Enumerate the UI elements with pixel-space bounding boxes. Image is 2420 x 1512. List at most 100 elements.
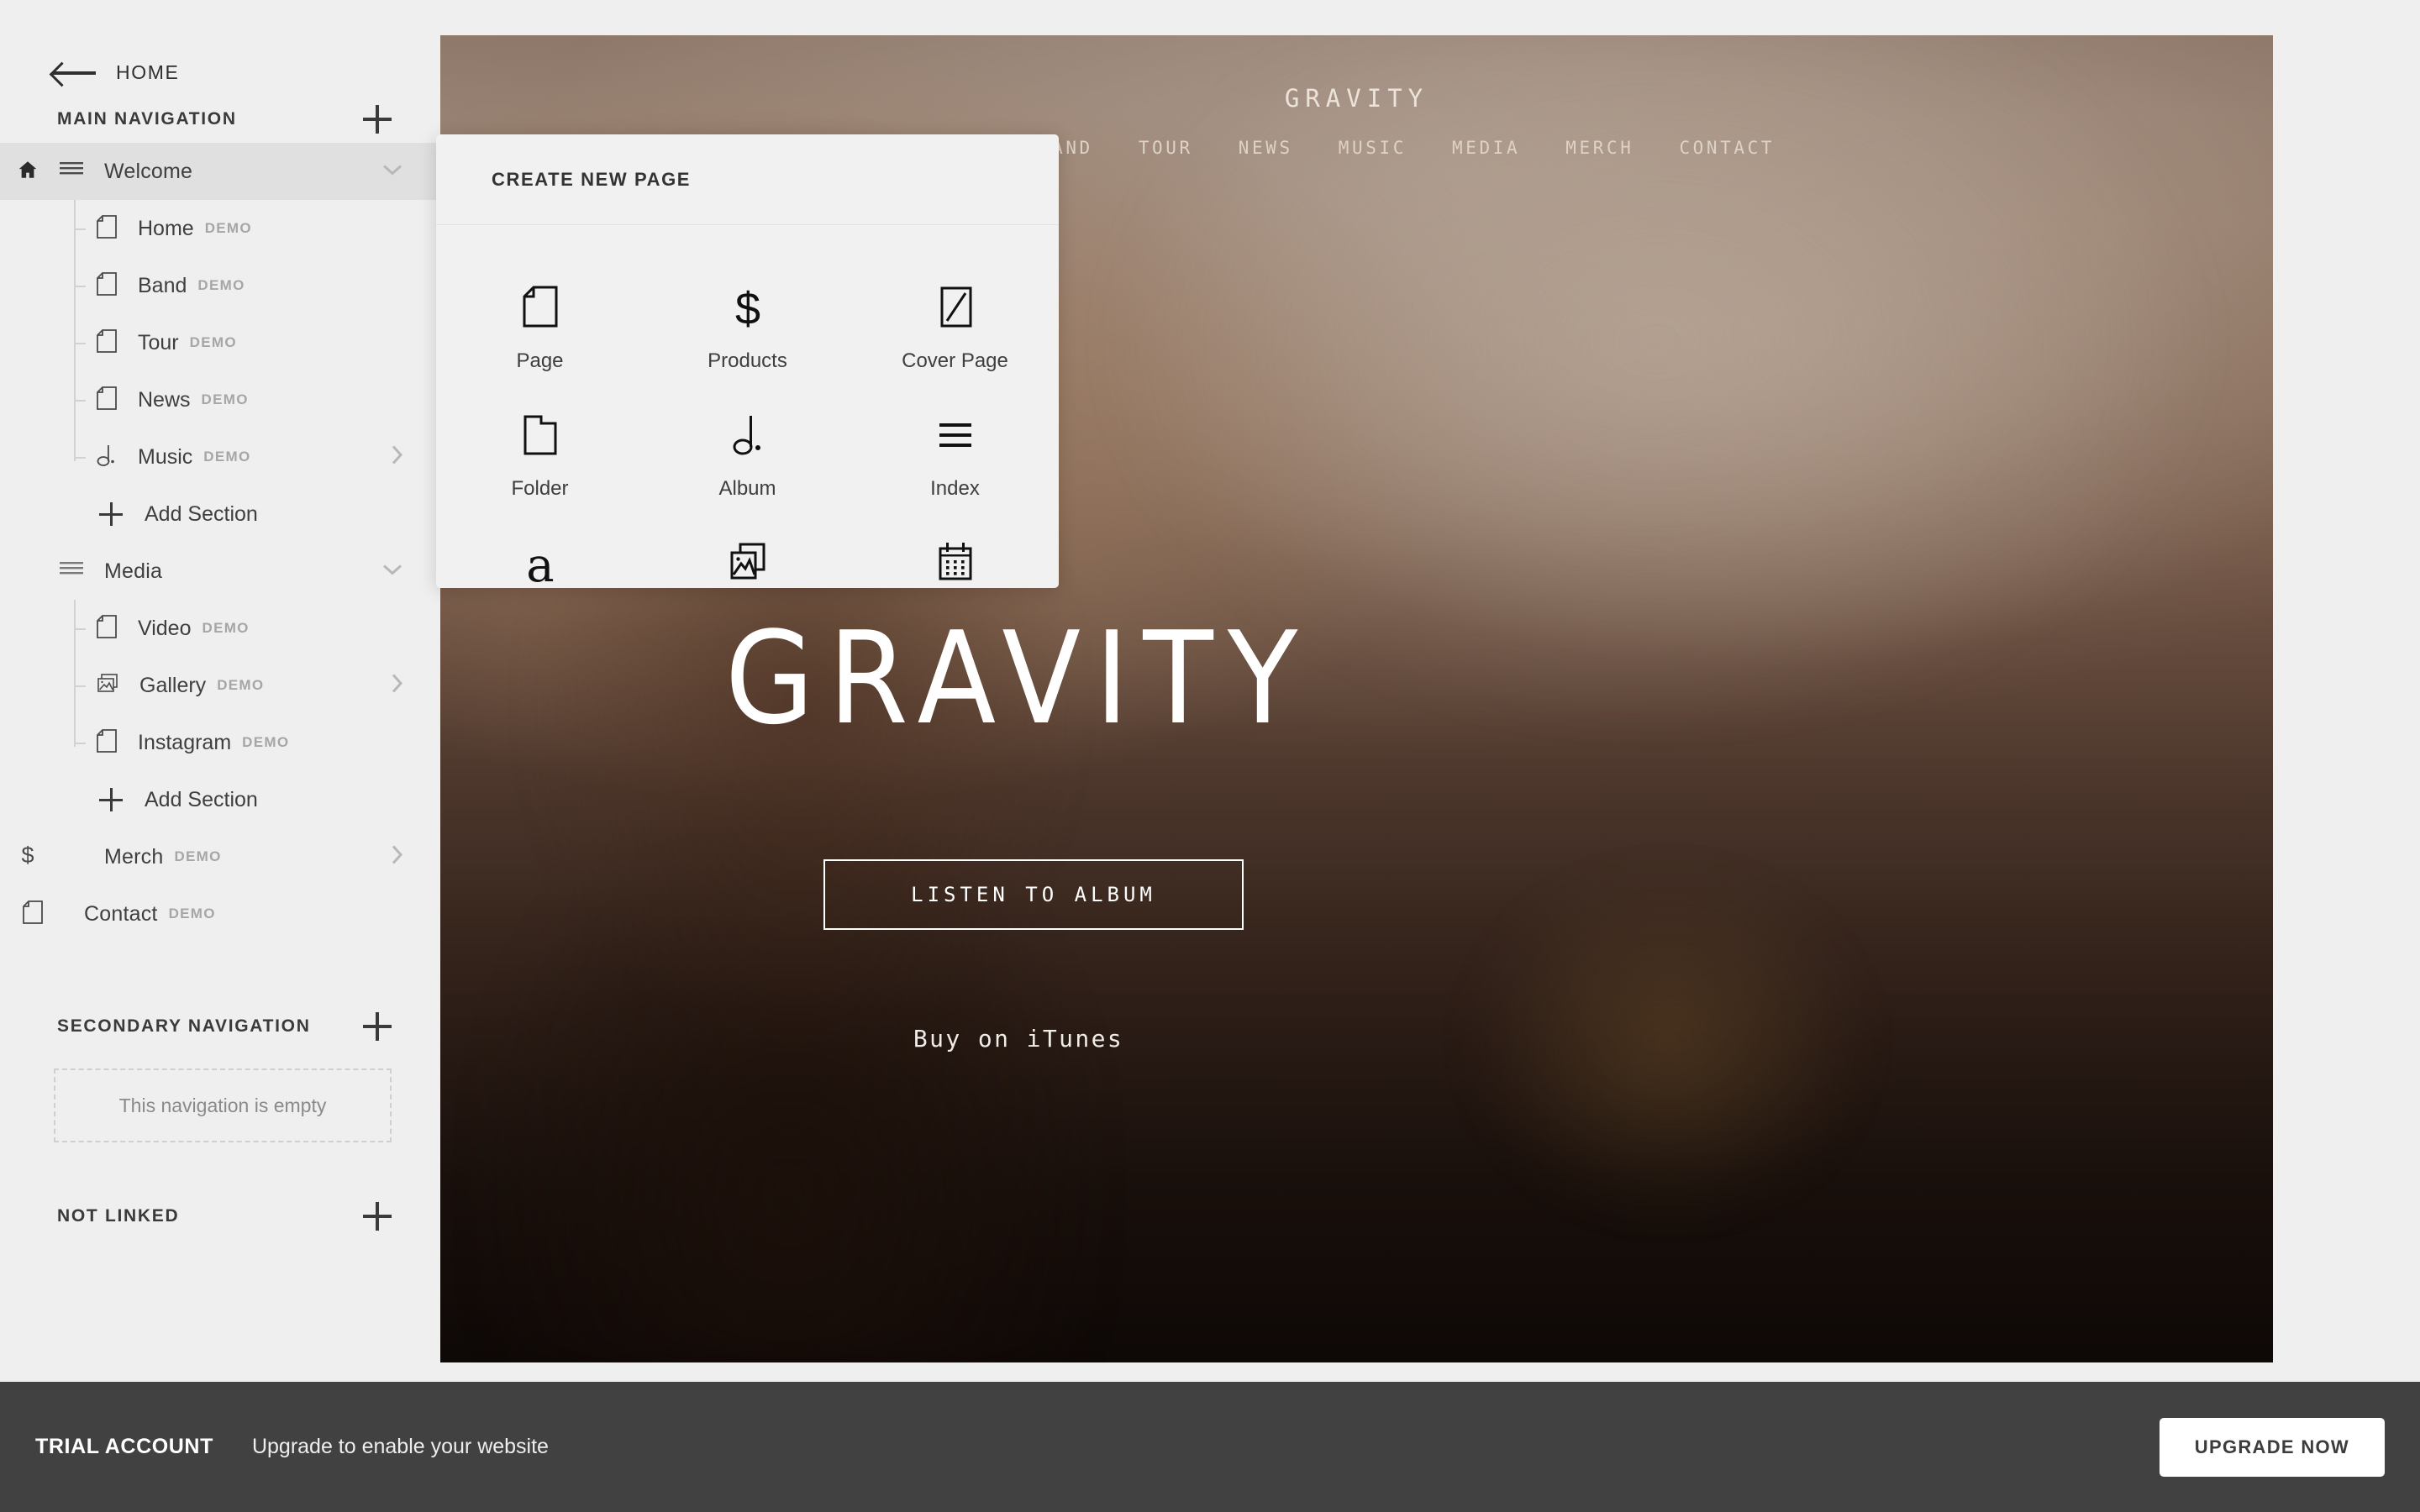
demo-badge: DEMO bbox=[217, 677, 265, 693]
demo-badge: DEMO bbox=[189, 334, 237, 350]
blog-a-icon: a bbox=[521, 529, 560, 586]
page-root: HOME MAIN NAVIGATION Welcome Home DEMO B… bbox=[0, 0, 2420, 1512]
demo-badge: DEMO bbox=[204, 220, 252, 236]
svg-text:a: a bbox=[526, 539, 554, 586]
page-type-gallery[interactable]: Gallery bbox=[644, 511, 851, 588]
trial-account-label: TRIAL ACCOUNT bbox=[35, 1435, 213, 1458]
cover-page-icon bbox=[936, 274, 975, 331]
add-main-navigation-button[interactable] bbox=[363, 105, 392, 134]
not-linked-header: NOT LINKED bbox=[0, 1193, 440, 1240]
sidebar-child-instagram[interactable]: Instagram DEMO bbox=[0, 714, 440, 771]
svg-text:$: $ bbox=[734, 284, 760, 331]
upgrade-now-button[interactable]: UPGRADE NOW bbox=[2159, 1417, 2385, 1477]
media-children: Video DEMO Gallery DEMO Instagram DEMO bbox=[0, 600, 440, 771]
page-type-label: Products bbox=[708, 349, 787, 372]
trial-account-bar: TRIAL ACCOUNT Upgrade to enable your web… bbox=[0, 1382, 2420, 1512]
sidebar-child-news[interactable]: News DEMO bbox=[0, 371, 440, 428]
page-icon bbox=[96, 386, 118, 415]
tree-tick bbox=[74, 228, 86, 230]
add-secondary-navigation-button[interactable] bbox=[363, 1012, 392, 1041]
page-type-label: Cover Page bbox=[902, 349, 1008, 372]
trial-account-message: Upgrade to enable your website bbox=[251, 1435, 549, 1458]
secondary-navigation-header: SECONDARY NAVIGATION bbox=[0, 1003, 440, 1050]
sidebar-child-label: News bbox=[138, 387, 191, 412]
site-nav-media[interactable]: MEDIA bbox=[1429, 138, 1543, 158]
sidebar-child-gallery[interactable]: Gallery DEMO bbox=[0, 657, 440, 714]
add-section-label: Add Section bbox=[145, 787, 258, 811]
sidebar-child-tour[interactable]: Tour DEMO bbox=[0, 314, 440, 371]
welcome-children: Home DEMO Band DEMO Tour DEMO News DEMO … bbox=[0, 200, 440, 486]
sidebar-child-video[interactable]: Video DEMO bbox=[0, 600, 440, 657]
dollar-icon: $ bbox=[17, 843, 42, 872]
album-icon bbox=[96, 443, 118, 472]
grip-icon[interactable] bbox=[59, 559, 84, 584]
page-type-folder[interactable]: Folder bbox=[436, 383, 644, 511]
back-label: HOME bbox=[116, 60, 180, 83]
sidebar-child-label: Home bbox=[138, 216, 194, 240]
page-type-blog[interactable]: a Blog bbox=[436, 511, 644, 588]
home-icon bbox=[17, 159, 42, 185]
page-type-label: Index bbox=[930, 477, 980, 500]
sidebar-child-music[interactable]: Music DEMO bbox=[0, 428, 440, 486]
back-to-home-button[interactable]: HOME bbox=[0, 49, 440, 96]
sidebar-item-contact[interactable]: Contact DEMO bbox=[0, 885, 440, 942]
chevron-down-icon[interactable] bbox=[381, 563, 403, 580]
page-type-label: Folder bbox=[511, 477, 569, 500]
plus-icon bbox=[99, 502, 123, 526]
secondary-navigation-title: SECONDARY NAVIGATION bbox=[57, 1016, 311, 1036]
page-type-products[interactable]: $ Products bbox=[644, 255, 851, 383]
page-type-album[interactable]: Album bbox=[644, 383, 851, 511]
page-icon bbox=[521, 274, 560, 331]
page-type-label: Page bbox=[516, 349, 564, 372]
page-icon bbox=[22, 900, 47, 929]
sidebar-child-band[interactable]: Band DEMO bbox=[0, 257, 440, 314]
modal-title: CREATE NEW PAGE bbox=[492, 168, 692, 190]
sidebar-child-label: Gallery bbox=[139, 673, 207, 697]
add-section-button-welcome[interactable]: Add Section bbox=[0, 486, 440, 543]
page-icon bbox=[96, 271, 118, 301]
site-nav-news[interactable]: NEWS bbox=[1216, 138, 1316, 158]
album-note-icon bbox=[729, 402, 767, 459]
demo-badge: DEMO bbox=[242, 734, 290, 750]
chevron-right-icon[interactable] bbox=[390, 673, 403, 699]
grip-icon[interactable] bbox=[59, 160, 84, 184]
chevron-right-icon[interactable] bbox=[390, 444, 403, 470]
sidebar-child-label: Band bbox=[138, 273, 187, 297]
sidebar-child-label: Tour bbox=[138, 330, 179, 354]
site-nav-contact[interactable]: CONTACT bbox=[1656, 138, 1797, 158]
plus-icon bbox=[99, 788, 123, 811]
page-type-index[interactable]: Index bbox=[851, 383, 1059, 511]
hero-title: GRAVITY bbox=[724, 604, 1313, 753]
add-section-button-media[interactable]: Add Section bbox=[0, 771, 440, 828]
chevron-right-icon[interactable] bbox=[390, 844, 403, 870]
site-nav-music[interactable]: MUSIC bbox=[1316, 138, 1429, 158]
demo-badge: DEMO bbox=[202, 620, 250, 636]
sidebar-item-merch[interactable]: $ Merch DEMO bbox=[0, 828, 440, 885]
page-type-cover-page[interactable]: Cover Page bbox=[851, 255, 1059, 383]
site-nav-merch[interactable]: MERCH bbox=[1543, 138, 1656, 158]
page-type-page[interactable]: Page bbox=[436, 255, 644, 383]
add-not-linked-button[interactable] bbox=[363, 1202, 392, 1231]
page-icon bbox=[96, 214, 118, 244]
chevron-down-icon[interactable] bbox=[381, 163, 403, 181]
sidebar-item-media[interactable]: Media bbox=[0, 543, 440, 600]
gallery-icon bbox=[96, 672, 119, 700]
sidebar-item-label: Contact bbox=[84, 901, 158, 926]
page-type-label: Album bbox=[718, 477, 776, 500]
buy-on-itunes-link[interactable]: Buy on iTunes bbox=[440, 1025, 1597, 1053]
tree-tick bbox=[74, 628, 86, 630]
tree-tick bbox=[74, 343, 86, 344]
site-nav-tour[interactable]: TOUR bbox=[1116, 138, 1216, 158]
secondary-navigation-empty-dropzone[interactable]: This navigation is empty bbox=[54, 1068, 392, 1142]
sidebar-item-welcome[interactable]: Welcome bbox=[0, 143, 440, 200]
page-type-events[interactable]: Events bbox=[851, 511, 1059, 588]
listen-to-album-button[interactable]: LISTEN TO ALBUM bbox=[823, 859, 1244, 930]
modal-header: CREATE NEW PAGE bbox=[436, 134, 1059, 225]
folder-icon bbox=[521, 402, 560, 459]
sidebar-item-label: Merch bbox=[104, 844, 164, 869]
sidebar-child-home[interactable]: Home DEMO bbox=[0, 200, 440, 257]
gallery-icon bbox=[727, 529, 769, 586]
demo-badge: DEMO bbox=[201, 391, 249, 407]
empty-navigation-message: This navigation is empty bbox=[118, 1094, 327, 1116]
tree-tick bbox=[74, 457, 86, 459]
